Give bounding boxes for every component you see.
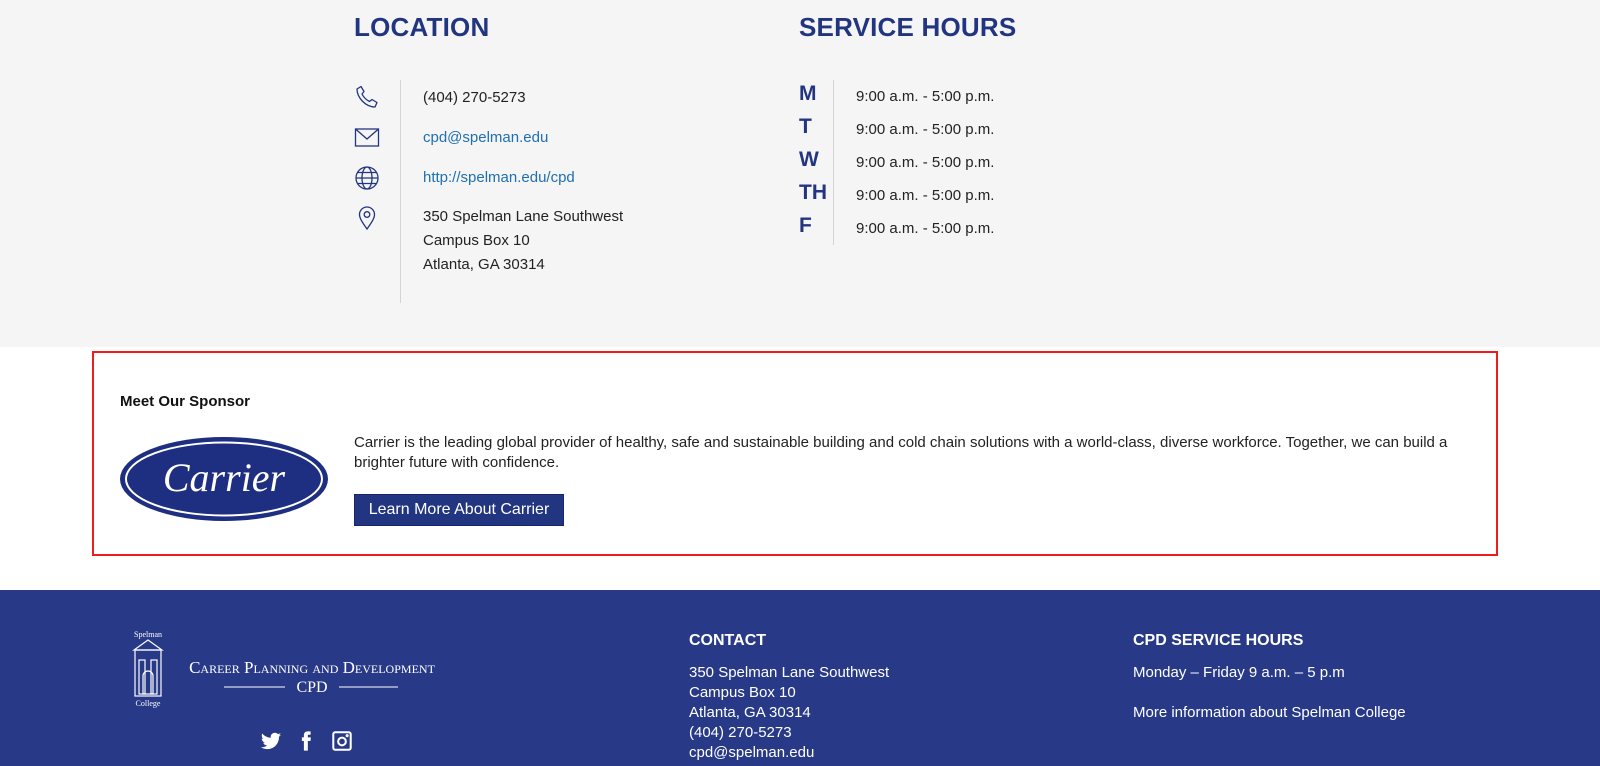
instagram-icon[interactable] (331, 730, 353, 752)
day-label: M (799, 82, 817, 105)
footer-hours-heading: CPD SERVICE HOURS (1133, 632, 1304, 649)
logo-college-top: Spelman (134, 630, 162, 639)
hours-divider (833, 80, 834, 245)
sponsor-description: Carrier is the leading global provider o… (354, 434, 1448, 471)
day-label: F (799, 214, 812, 237)
address-line: 350 Spelman Lane Southwest (423, 208, 624, 225)
footer-contact-line: (404) 270-5273 (689, 724, 792, 741)
footer-contact-line: Atlanta, GA 30314 (689, 704, 811, 721)
logo-college-bottom: College (136, 699, 161, 708)
facebook-icon[interactable] (295, 730, 317, 752)
twitter-icon[interactable] (260, 730, 282, 752)
carrier-logo-text: Carrier (163, 455, 286, 500)
location-title: LOCATION (354, 12, 490, 42)
logo-abbr: CPD (296, 679, 327, 696)
address-line: Atlanta, GA 30314 (423, 256, 545, 273)
learn-more-carrier-button[interactable]: Learn More About Carrier (354, 494, 564, 526)
location-website-link[interactable]: http://spelman.edu/cpd (423, 169, 575, 186)
more-info-spelman-link[interactable]: More information about Spelman College (1133, 704, 1406, 721)
sponsor-heading: Meet Our Sponsor (120, 393, 251, 410)
footer-email-link[interactable]: cpd@spelman.edu (689, 744, 814, 761)
day-hours: 9:00 a.m. - 5:00 p.m. (856, 187, 995, 204)
footer-contact-heading: CONTACT (689, 632, 767, 649)
footer-contact-line: Campus Box 10 (689, 684, 796, 701)
globe-icon (354, 165, 380, 191)
info-band (0, 0, 1600, 347)
day-label: T (799, 115, 812, 138)
day-label: TH (799, 181, 827, 204)
day-hours: 9:00 a.m. - 5:00 p.m. (856, 88, 995, 105)
cpd-footer-logo[interactable]: Spelman College Career Planning and Deve… (128, 630, 458, 708)
footer-hours-text: Monday – Friday 9 a.m. – 5 p.m (1133, 664, 1345, 681)
location-email-link[interactable]: cpd@spelman.edu (423, 129, 548, 146)
location-phone: (404) 270-5273 (423, 89, 526, 106)
map-pin-icon (354, 205, 380, 231)
day-hours: 9:00 a.m. - 5:00 p.m. (856, 121, 995, 138)
location-divider (400, 80, 401, 303)
day-label: W (799, 148, 819, 171)
carrier-logo[interactable]: Carrier (119, 436, 329, 522)
envelope-icon (354, 125, 380, 151)
service-hours-title: SERVICE HOURS (799, 12, 1017, 42)
day-hours: 9:00 a.m. - 5:00 p.m. (856, 154, 995, 171)
footer-contact-line: 350 Spelman Lane Southwest (689, 664, 890, 681)
day-hours: 9:00 a.m. - 5:00 p.m. (856, 220, 995, 237)
phone-icon (354, 84, 380, 110)
logo-title: Career Planning and Development (189, 658, 435, 677)
address-line: Campus Box 10 (423, 232, 530, 249)
